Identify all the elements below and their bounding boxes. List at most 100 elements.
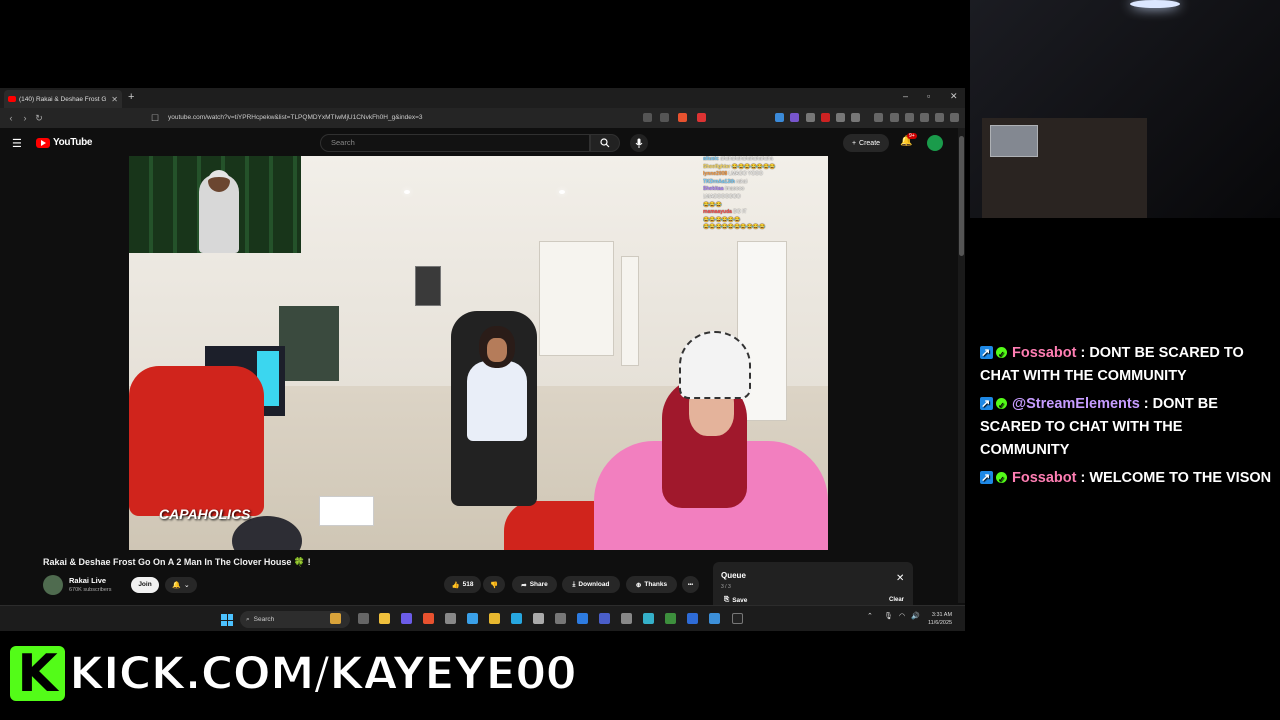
channel-avatar[interactable] [43, 575, 63, 595]
music-icon[interactable] [874, 113, 883, 122]
edge-icon[interactable] [467, 613, 478, 624]
app-icon[interactable] [555, 613, 566, 624]
task-view-icon[interactable] [358, 613, 369, 624]
side-door [621, 256, 639, 366]
extension-icon[interactable] [821, 113, 830, 122]
create-button[interactable]: + Create [843, 134, 889, 152]
share-arrow-icon: ➦ [521, 581, 527, 589]
cast-icon[interactable] [643, 113, 652, 122]
app-icon[interactable] [577, 613, 588, 624]
queue-save-button[interactable]: ⎘ Save [724, 596, 747, 604]
watermark: CAPAHOLICS [159, 506, 251, 522]
wall-poster [415, 266, 441, 306]
share-icon[interactable] [660, 113, 669, 122]
video-player[interactable]: CAPAHOLICS aitusic ahahahahahahahahaha Sh… [129, 156, 828, 550]
bookmark-icon[interactable]: ☐ [148, 113, 162, 124]
like-button[interactable]: 👍 518 [444, 576, 481, 593]
leo-icon[interactable] [920, 113, 929, 122]
tiktok-icon[interactable] [732, 613, 743, 624]
video-chat-line: 😂😂😂😂😂😂😂😂😂😂 [703, 224, 828, 232]
queue-clear-button[interactable]: Clear [889, 597, 904, 603]
video-chat-text: 😂😂😂😂😂😂😂 [731, 163, 776, 170]
app-icon[interactable] [687, 613, 698, 624]
hamburger-menu-icon[interactable]: ☰ [12, 137, 22, 150]
plus-icon: + [851, 139, 857, 147]
youtube-play-icon [36, 137, 50, 148]
url-field[interactable]: youtube.com/watch?v=tiYPRHcpekw&list=TLP… [168, 111, 638, 125]
forward-arrow-icon[interactable]: › [18, 113, 32, 123]
youtube-logo[interactable]: YouTube [36, 137, 93, 148]
voice-search-button[interactable] [630, 134, 648, 152]
queue-close-icon[interactable]: ✕ [896, 573, 904, 584]
file-explorer-icon[interactable] [379, 613, 390, 624]
wallet-icon[interactable] [905, 113, 914, 122]
system-clock[interactable]: 3:31 AM 11/6/2025 [928, 611, 952, 627]
sidebar-icon[interactable] [890, 113, 899, 122]
tab-youtube[interactable]: (140) Rakai & Deshae Frost G ✕ [4, 90, 122, 108]
page-scrollbar-thumb[interactable] [959, 136, 964, 256]
dislike-button[interactable]: 👎 [483, 576, 505, 593]
chat-username[interactable]: @StreamElements [1012, 396, 1140, 412]
subscription-bell-button[interactable]: 🔔 ⌄ [165, 577, 197, 593]
video-chat-line: aitusic ahahahahahahahahaha [703, 156, 828, 164]
share-button[interactable]: ➦ Share [512, 576, 557, 593]
chat-username[interactable]: Fossabot [1012, 470, 1076, 486]
kitchen-cabinet [279, 306, 339, 381]
maximize-button[interactable]: ▫ [927, 91, 930, 101]
back-arrow-icon[interactable]: ‹ [4, 113, 18, 123]
widget-icon[interactable] [330, 613, 341, 624]
video-chat-line: mamaayuda DO IT [703, 209, 828, 217]
more-actions-button[interactable]: ••• [682, 576, 699, 593]
youtube-header: ☰ YouTube Search + Create 🔔 9+ [0, 128, 965, 158]
kick-logo: K [10, 645, 65, 702]
channel-name[interactable]: Rakai Live [69, 576, 106, 585]
extension-icon[interactable] [851, 113, 860, 122]
brave-icon[interactable] [423, 613, 434, 624]
brave-shield-icon[interactable] [678, 113, 687, 122]
search-input[interactable]: Search [320, 134, 590, 152]
save-bookmark-icon: ⎘ [724, 596, 730, 603]
extension-icon[interactable] [836, 113, 845, 122]
app-icon[interactable] [511, 613, 522, 624]
clock-date: 11/6/2025 [928, 620, 953, 626]
search-icon [600, 138, 610, 148]
user-avatar[interactable] [927, 135, 943, 151]
chat-username[interactable]: Fossabot [1012, 345, 1076, 361]
app-icon[interactable] [489, 613, 500, 624]
menu-icon[interactable] [950, 113, 959, 122]
address-bar-row: ‹ › ↻ ☐ youtube.com/watch?v=tiYPRHcpekw&… [0, 108, 965, 128]
search-button[interactable] [590, 134, 620, 152]
video-chat-text: LMAOO YOOO [728, 171, 763, 178]
app-icon[interactable] [643, 613, 654, 624]
volume-icon[interactable]: 🔊 [911, 612, 920, 620]
tab-close-icon[interactable]: ✕ [111, 95, 118, 104]
chat-message: Fossabot : WELCOME TO THE VISON [980, 467, 1275, 491]
app-icon[interactable] [621, 613, 632, 624]
windows-start-icon[interactable] [221, 614, 233, 626]
join-button[interactable]: Join [131, 577, 159, 593]
discord-icon[interactable] [401, 613, 412, 624]
extension-icon[interactable] [775, 113, 784, 122]
tray-mic-icon[interactable]: 🎙 [884, 612, 893, 620]
extension-icon[interactable] [790, 113, 799, 122]
video-chat-username: aitusic [703, 156, 719, 162]
tray-chevron-icon[interactable]: ⌃ [867, 612, 873, 620]
window-close-button[interactable]: ✕ [950, 91, 958, 102]
thanks-button[interactable]: ⊕ Thanks [626, 576, 677, 593]
app-icon[interactable] [665, 613, 676, 624]
wifi-icon[interactable]: ◠ [899, 612, 905, 620]
app-icon[interactable] [445, 613, 456, 624]
vpn-icon[interactable] [935, 113, 944, 122]
extension-icon[interactable] [806, 113, 815, 122]
reload-icon[interactable]: ↻ [32, 113, 46, 124]
ceiling-light [1130, 0, 1180, 8]
share-label: Share [529, 581, 548, 588]
rewards-icon[interactable] [697, 113, 706, 122]
app-icon[interactable] [709, 613, 720, 624]
settings-icon[interactable] [533, 613, 544, 624]
queue-save-label: Save [732, 596, 748, 604]
app-icon[interactable] [599, 613, 610, 624]
new-tab-button[interactable]: + [128, 91, 134, 103]
download-button[interactable]: ⤓ Download [562, 576, 620, 593]
minimize-button[interactable]: – [903, 91, 908, 101]
